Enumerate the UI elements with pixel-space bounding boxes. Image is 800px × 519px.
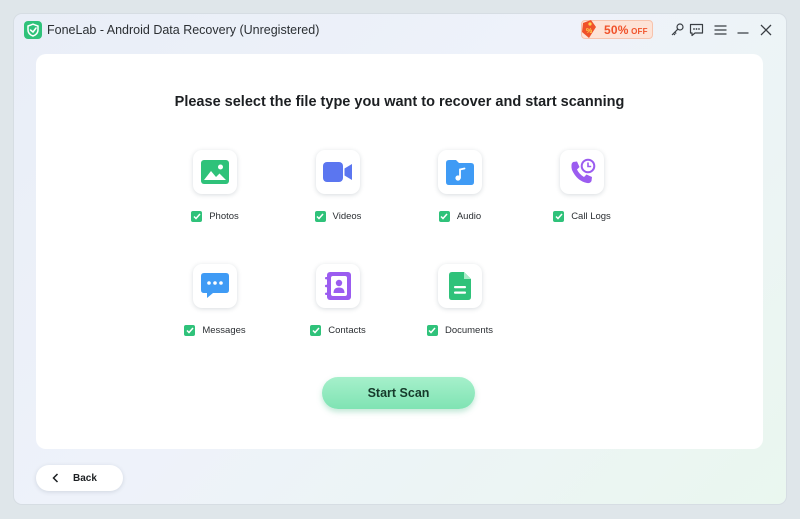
feedback-icon[interactable] (687, 21, 705, 39)
documents-checkbox-row[interactable]: Documents (405, 323, 515, 337)
promo-badge[interactable]: % 50% OFF (581, 20, 653, 39)
start-scan-button[interactable]: Start Scan (322, 377, 475, 409)
call-logs-checkbox-row[interactable]: Call Logs (527, 209, 637, 223)
app-logo-icon (24, 21, 42, 39)
messages-label: Messages (202, 324, 246, 336)
svg-text:%: % (586, 28, 593, 35)
back-button-label: Back (73, 472, 97, 484)
contacts-label: Contacts (328, 324, 366, 336)
key-icon[interactable] (668, 21, 686, 39)
app-window: FoneLab - Android Data Recovery (Unregis… (14, 14, 786, 504)
audio-checkbox-row[interactable]: Audio (405, 209, 515, 223)
videos-checkbox-row[interactable]: Videos (283, 209, 393, 223)
close-icon[interactable] (757, 21, 775, 39)
file-type-documents[interactable]: Documents (405, 264, 515, 354)
messages-checkbox[interactable] (184, 324, 196, 336)
documents-tile[interactable] (438, 264, 482, 308)
file-type-messages[interactable]: Messages (160, 264, 270, 354)
messages-checkbox-row[interactable]: Messages (160, 323, 270, 337)
discount-tag-icon: % (582, 20, 596, 38)
photos-checkbox[interactable] (191, 210, 203, 222)
file-type-audio[interactable]: Audio (405, 150, 515, 240)
file-type-call-logs[interactable]: Call Logs (527, 150, 637, 240)
file-type-photos[interactable]: Photos (160, 150, 270, 240)
title-bar: FoneLab - Android Data Recovery (Unregis… (14, 14, 786, 48)
file-type-videos[interactable]: Videos (283, 150, 393, 240)
photos-checkbox-row[interactable]: Photos (160, 209, 270, 223)
documents-label: Documents (444, 324, 494, 336)
videos-checkbox[interactable] (314, 210, 326, 222)
messages-tile[interactable] (193, 264, 237, 308)
window-title: FoneLab - Android Data Recovery (Unregis… (47, 23, 320, 37)
audio-tile[interactable] (438, 150, 482, 194)
call-logs-tile[interactable] (560, 150, 604, 194)
file-type-contacts[interactable]: Contacts (283, 264, 393, 354)
videos-icon (323, 162, 352, 182)
contacts-checkbox-row[interactable]: Contacts (283, 323, 393, 337)
videos-label: Videos (332, 210, 362, 222)
menu-icon[interactable] (711, 21, 729, 39)
call-logs-label: Call Logs (571, 210, 611, 222)
contacts-icon (325, 272, 351, 300)
videos-tile[interactable] (316, 150, 360, 194)
audio-checkbox[interactable] (438, 210, 450, 222)
back-button[interactable]: Back (36, 465, 123, 491)
audio-label: Audio (456, 210, 482, 222)
photos-icon (201, 160, 229, 184)
contacts-tile[interactable] (316, 264, 360, 308)
contacts-checkbox[interactable] (310, 324, 322, 336)
file-type-panel: Please select the file type you want to … (36, 54, 763, 449)
minimize-icon[interactable] (734, 21, 752, 39)
chevron-left-icon (52, 473, 59, 483)
promo-label: 50% OFF (604, 23, 648, 37)
page-heading: Please select the file type you want to … (174, 94, 625, 110)
documents-icon (449, 272, 471, 300)
photos-tile[interactable] (193, 150, 237, 194)
call-logs-checkbox[interactable] (553, 210, 565, 222)
documents-checkbox[interactable] (426, 324, 438, 336)
messages-icon (201, 273, 229, 298)
audio-icon (446, 160, 474, 185)
call-logs-icon (571, 158, 596, 184)
photos-label: Photos (209, 210, 239, 222)
